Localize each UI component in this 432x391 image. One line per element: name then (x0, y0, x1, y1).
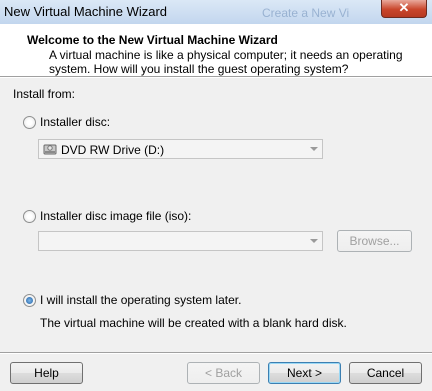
chevron-down-icon (310, 147, 318, 151)
header-divider (0, 76, 432, 78)
window-title: New Virtual Machine Wizard (4, 4, 168, 19)
installer-disc-radio[interactable] (23, 116, 36, 129)
close-button[interactable]: ✕ (381, 0, 427, 18)
disc-drive-select[interactable]: DVD RW Drive (D:) (38, 139, 323, 159)
iso-path-select[interactable] (38, 231, 323, 251)
browse-button[interactable]: Browse... (337, 230, 412, 252)
wizard-header: Welcome to the New Virtual Machine Wizar… (0, 24, 432, 77)
iso-image-label[interactable]: Installer disc image file (iso): (40, 209, 191, 223)
disc-drive-value: DVD RW Drive (D:) (61, 143, 165, 157)
close-icon: ✕ (398, 0, 410, 15)
wizard-header-description: A virtual machine is like a physical com… (49, 48, 403, 76)
wizard-header-title: Welcome to the New Virtual Machine Wizar… (27, 33, 278, 47)
dvd-drive-icon (43, 144, 57, 155)
help-button[interactable]: Help (10, 362, 83, 384)
chevron-down-icon (310, 239, 318, 243)
next-button[interactable]: Next > (268, 362, 341, 384)
install-later-radio[interactable] (23, 294, 36, 307)
background-window-title: Create a New Vi (262, 6, 350, 20)
back-button[interactable]: < Back (187, 362, 260, 384)
title-bar: Create a New Vi New Virtual Machine Wiza… (0, 0, 432, 25)
iso-image-radio[interactable] (23, 210, 36, 223)
wizard-window: Welcome to the New Virtual Machine Wizar… (0, 24, 432, 391)
cancel-button[interactable]: Cancel (349, 362, 422, 384)
install-from-label: Install from: (13, 87, 76, 101)
footer-divider (0, 352, 432, 354)
install-later-label[interactable]: I will install the operating system late… (40, 293, 241, 307)
install-later-note: The virtual machine will be created with… (40, 316, 347, 330)
installer-disc-label[interactable]: Installer disc: (40, 115, 110, 129)
